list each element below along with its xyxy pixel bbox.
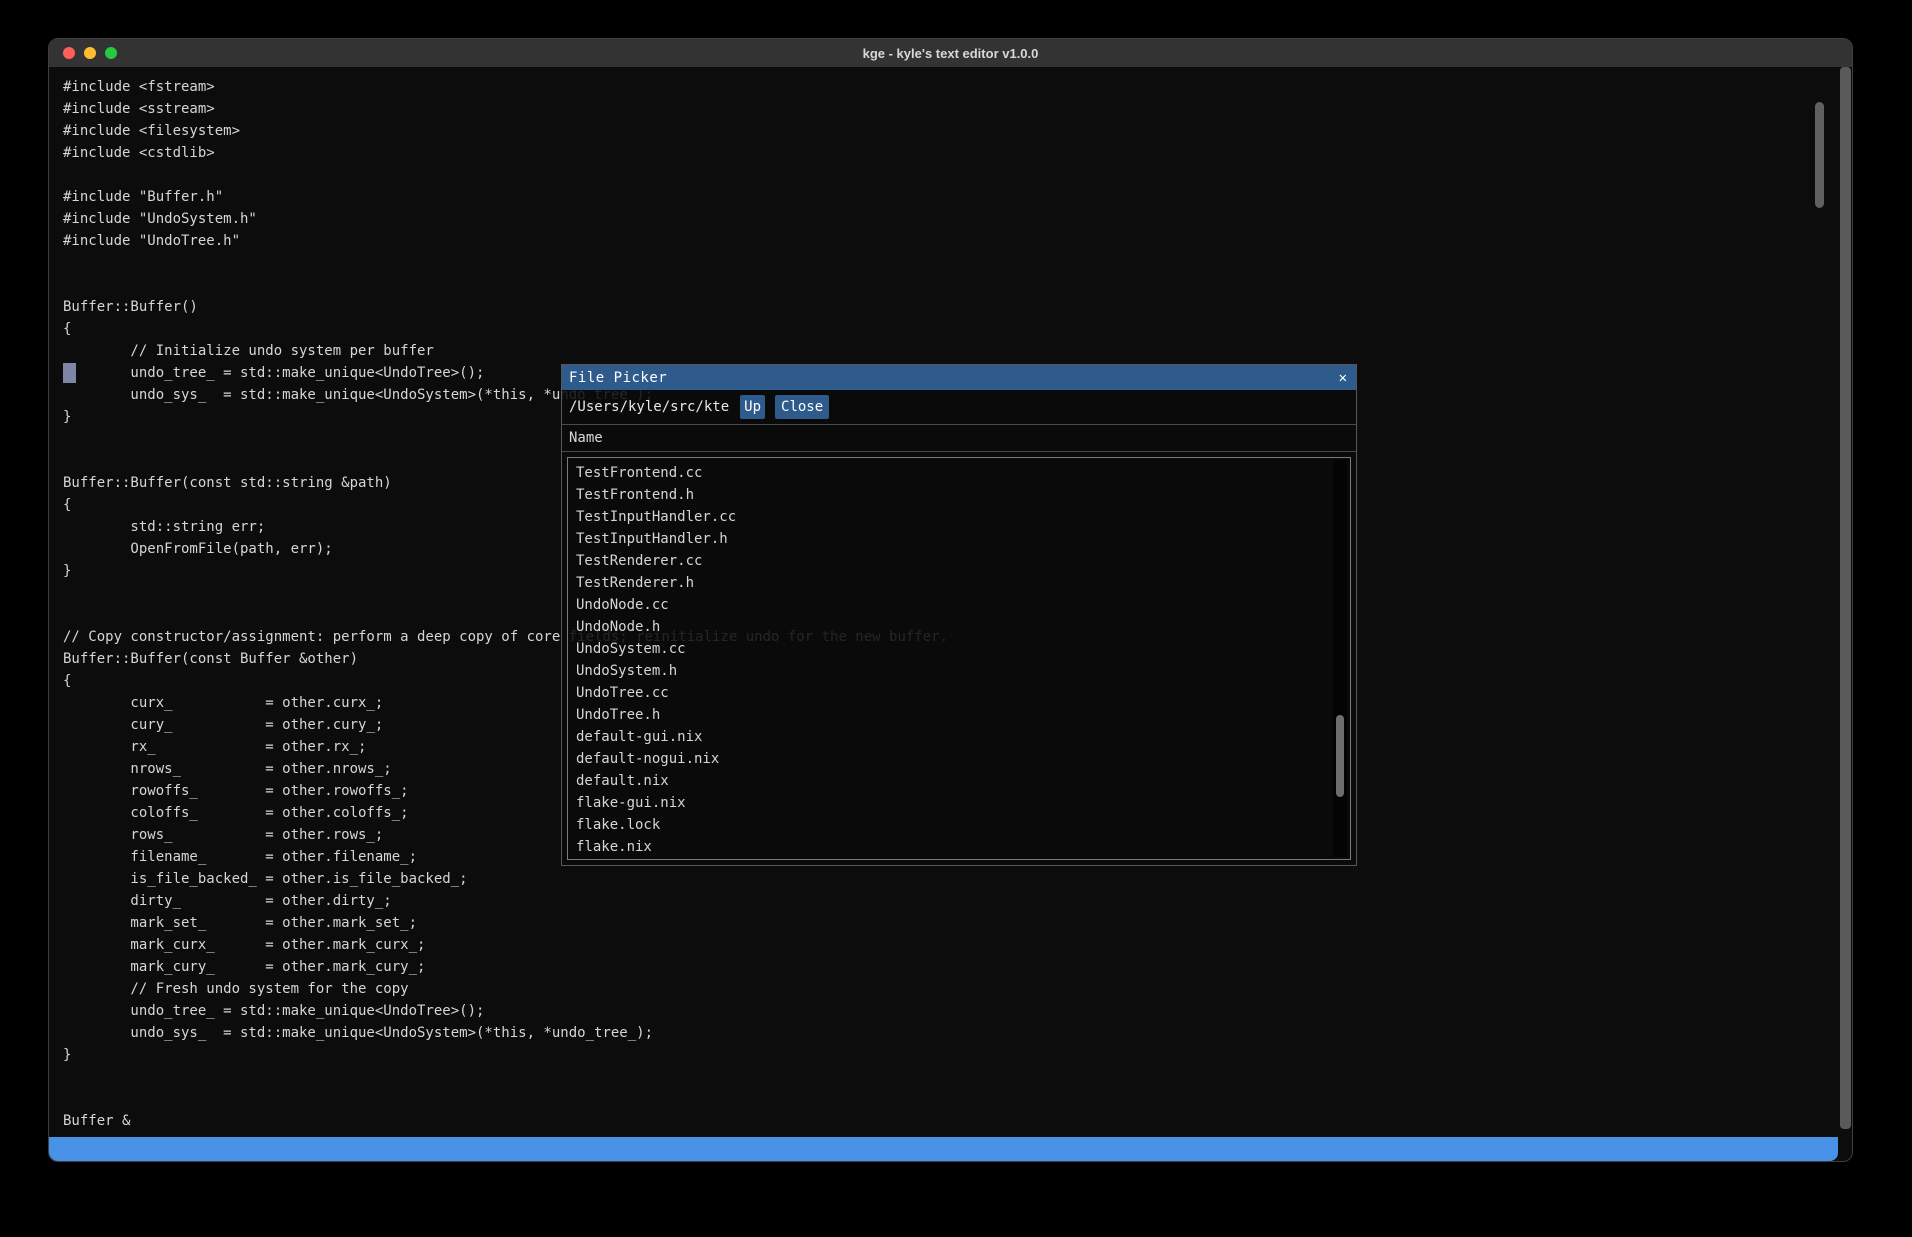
file-list-item[interactable]: flake-gui.nix — [568, 792, 1350, 814]
file-list-item[interactable]: flake.lock — [568, 814, 1350, 836]
file-picker-title: File Picker — [569, 370, 667, 386]
file-list-scrollbar-track[interactable] — [1333, 460, 1347, 857]
file-list-item[interactable]: TestRenderer.cc — [568, 550, 1350, 572]
file-list-item[interactable]: TestFrontend.cc — [568, 462, 1350, 484]
file-list-item[interactable]: TestInputHandler.h — [568, 528, 1350, 550]
file-list-scrollbar-thumb[interactable] — [1336, 715, 1344, 797]
zoom-window-icon[interactable] — [105, 47, 117, 59]
file-list-item[interactable]: UndoNode.cc — [568, 594, 1350, 616]
file-list-item[interactable]: UndoNode.h — [568, 616, 1350, 638]
file-list-item[interactable]: default-gui.nix — [568, 726, 1350, 748]
file-list: TestFrontend.ccTestFrontend.hTestInputHa… — [567, 457, 1351, 860]
file-list-item[interactable]: TestRenderer.h — [568, 572, 1350, 594]
window-scrollbar-track[interactable] — [1840, 67, 1851, 1129]
file-list-item[interactable]: flake.nix — [568, 836, 1350, 858]
file-list-item[interactable]: TestInputHandler.cc — [568, 506, 1350, 528]
status-bar: kge v1.0.0 [1/1] Buffer.cc 486L Open Fil… — [49, 1137, 1838, 1161]
close-window-icon[interactable] — [63, 47, 75, 59]
file-list-item[interactable]: TestFrontend.h — [568, 484, 1350, 506]
window-title: kge - kyle's text editor v1.0.0 — [863, 46, 1039, 61]
window-titlebar[interactable]: kge - kyle's text editor v1.0.0 — [49, 39, 1852, 67]
traffic-lights — [63, 47, 117, 59]
up-button[interactable]: Up — [740, 395, 765, 419]
file-picker-dialog: File Picker ✕ /Users/kyle/src/kte Up Clo… — [561, 364, 1357, 866]
text-cursor — [63, 363, 76, 383]
file-list-item[interactable]: UndoSystem.h — [568, 660, 1350, 682]
file-picker-titlebar: File Picker ✕ — [562, 365, 1356, 390]
minimize-window-icon[interactable] — [84, 47, 96, 59]
editor-scrollbar-thumb[interactable] — [1815, 102, 1824, 208]
divider — [562, 451, 1356, 452]
name-column-header: Name — [562, 425, 1356, 451]
file-list-item[interactable]: UndoSystem.cc — [568, 638, 1350, 660]
close-button[interactable]: Close — [775, 395, 829, 419]
file-list-item[interactable]: default.nix — [568, 770, 1350, 792]
close-icon[interactable]: ✕ — [1339, 370, 1347, 386]
current-path: /Users/kyle/src/kte — [569, 399, 729, 415]
file-list-item[interactable]: UndoTree.h — [568, 704, 1350, 726]
file-list-item[interactable]: default-nogui.nix — [568, 748, 1350, 770]
status-file-info: kge v1.0.0 [1/1] Buffer.cc 486L — [62, 1161, 332, 1162]
file-picker-path-row: /Users/kyle/src/kte Up Close — [562, 390, 1356, 424]
file-list-item[interactable]: UndoTree.cc — [568, 682, 1350, 704]
